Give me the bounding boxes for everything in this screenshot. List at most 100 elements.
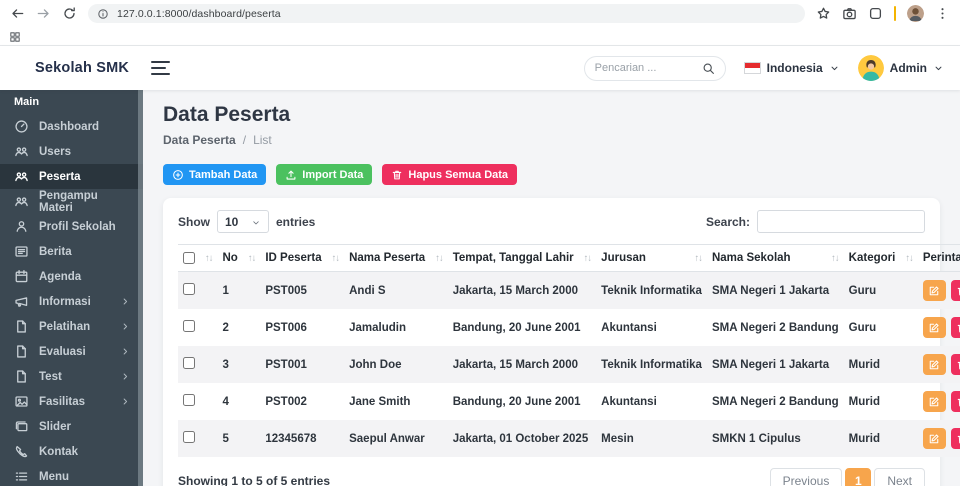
global-search-input[interactable]: Pencarian ... — [583, 55, 726, 81]
column-header-id-peserta[interactable]: ID Peserta ↑↓ — [260, 244, 345, 272]
edit-button[interactable] — [922, 317, 946, 338]
sidebar-item-users[interactable]: Users — [0, 139, 143, 164]
cell-kategori: Murid — [848, 358, 880, 371]
sidebar-item-dashboard[interactable]: Dashboard — [0, 114, 143, 139]
edit-button[interactable] — [922, 354, 946, 375]
import-data-button[interactable]: Import Data — [276, 164, 373, 185]
column-header-nama-sekolah[interactable]: Nama Sekolah ↑↓ — [706, 244, 844, 272]
brand-logo[interactable]: Sekolah SMK — [0, 60, 145, 76]
delete-button[interactable] — [950, 317, 960, 338]
gauge-icon — [14, 119, 29, 134]
delete-all-button[interactable]: Hapus Semua Data — [382, 164, 518, 185]
search-icon[interactable] — [702, 62, 715, 75]
column-label: Kategori — [848, 252, 896, 264]
breadcrumb: Data Peserta / List — [163, 133, 940, 147]
table-header-row: ↑↓ No ↑↓ ID Peserta ↑↓ Nama Peserta ↑↓ Tempat,… — [178, 244, 960, 272]
cell-jurusan: Akuntansi — [601, 395, 657, 408]
column-header-kategori[interactable]: Kategori ↑↓ — [843, 244, 918, 272]
column-label: ID Peserta — [265, 252, 322, 264]
sidebar-item-fasilitas[interactable]: Fasilitas — [0, 389, 143, 414]
reload-icon[interactable] — [62, 6, 77, 21]
sidebar-item-slider[interactable]: Slider — [0, 414, 143, 439]
row-checkbox[interactable] — [183, 431, 195, 443]
search-placeholder: Pencarian ... — [594, 62, 657, 74]
sidebar-item-agenda[interactable]: Agenda — [0, 264, 143, 289]
cell-sekolah: SMA Negeri 2 Bandung — [711, 321, 839, 334]
chevron-right-icon — [120, 346, 131, 357]
cell-no: 2 — [222, 321, 229, 334]
column-header-jurusan[interactable]: Jurusan ↑↓ — [596, 244, 707, 272]
sidebar-item-kontak[interactable]: Kontak — [0, 439, 143, 464]
delete-button[interactable] — [950, 354, 960, 375]
row-checkbox[interactable] — [183, 320, 195, 332]
bookmark-star-icon[interactable] — [816, 6, 831, 21]
delete-button[interactable] — [950, 428, 960, 449]
site-info-icon[interactable] — [97, 8, 109, 20]
page-length-select[interactable]: 10 — [217, 210, 269, 233]
back-icon[interactable] — [10, 6, 25, 21]
cell-nama: Jamaludin — [349, 321, 406, 334]
tab-icon[interactable] — [868, 6, 883, 21]
sidebar-item-label: Agenda — [39, 270, 82, 283]
cell-select — [178, 272, 218, 310]
row-checkbox[interactable] — [183, 394, 195, 406]
table-search-input[interactable] — [757, 210, 925, 233]
browser-menu-kebab-icon[interactable] — [935, 6, 950, 21]
sidebar-item-pengampu-materi[interactable]: Pengampu Materi — [0, 189, 143, 214]
select-all-checkbox[interactable] — [183, 252, 195, 264]
cell-select — [178, 346, 218, 383]
sidebar-nav: Dashboard Users Peserta Pengampu Materi Prof… — [0, 114, 143, 486]
apps-grid-icon[interactable] — [9, 30, 21, 42]
camera-icon[interactable] — [842, 6, 857, 21]
sidebar-item-test[interactable]: Test — [0, 364, 143, 389]
sidebar-toggle-icon[interactable] — [151, 61, 170, 75]
next-page-button[interactable]: Next — [874, 468, 925, 486]
current-page-button[interactable]: 1 — [845, 468, 872, 486]
column-header-tempat-tanggal-lahir[interactable]: Tempat, Tanggal Lahir ↑↓ — [447, 244, 597, 272]
browser-profile-avatar[interactable] — [907, 5, 924, 22]
row-checkbox[interactable] — [183, 357, 195, 369]
cell-actions — [918, 346, 960, 383]
row-checkbox[interactable] — [183, 283, 195, 295]
cell-sekolah: SMKN 1 Cipulus — [711, 432, 801, 445]
edit-button[interactable] — [922, 280, 946, 301]
sidebar-item-peserta[interactable]: Peserta — [0, 164, 143, 189]
sidebar-item-evaluasi[interactable]: Evaluasi — [0, 339, 143, 364]
column-header-nama-peserta[interactable]: Nama Peserta ↑↓ — [344, 244, 448, 272]
sidebar-item-menu[interactable]: Menu — [0, 464, 143, 486]
add-data-button[interactable]: Tambah Data — [163, 164, 267, 185]
delete-button[interactable] — [950, 280, 960, 301]
trash-icon — [391, 169, 403, 181]
sidebar-item-pelatihan[interactable]: Pelatihan — [0, 314, 143, 339]
table-row: 1 PST005 Andi S Jakarta, 15 March 2000 Tekni… — [178, 271, 960, 310]
url-bar[interactable]: 127.0.0.1:8000/dashboard/peserta — [88, 4, 805, 23]
sidebar-item-label: Pelatihan — [39, 320, 91, 333]
sidebar-item-label: Fasilitas — [39, 395, 86, 408]
edit-button[interactable] — [922, 391, 946, 412]
table-card: Show 10 entries Search: ↑↓ No ↑↓ ID Pese… — [163, 198, 960, 486]
column-header-no[interactable]: No ↑↓ — [217, 244, 261, 272]
chevron-right-icon — [120, 321, 131, 332]
delete-button[interactable] — [950, 391, 960, 412]
sidebar-item-profil-sekolah[interactable]: Profil Sekolah — [0, 214, 143, 239]
edit-button[interactable] — [922, 428, 946, 449]
breadcrumb-root[interactable]: Data Peserta — [163, 133, 236, 147]
column-header-select[interactable]: ↑↓ — [178, 244, 218, 272]
sort-icon: ↑↓ — [831, 252, 839, 264]
breadcrumb-separator: / — [242, 133, 247, 147]
sort-icon: ↑↓ — [583, 252, 592, 264]
sidebar-item-informasi[interactable]: Informasi — [0, 289, 143, 314]
page-title: Data Peserta — [163, 103, 291, 126]
previous-page-button[interactable]: Previous — [769, 468, 843, 486]
language-selector[interactable]: Indonesia — [743, 61, 840, 75]
sidebar-item-label: Slider — [39, 420, 71, 433]
forward-icon[interactable] — [36, 6, 51, 21]
indonesia-flag-icon — [743, 62, 761, 74]
cell-sekolah: SMA Negeri 1 Jakarta — [711, 358, 830, 371]
page-length-control: Show 10 entries — [178, 210, 315, 233]
column-header-perintah[interactable]: Perintah↑↓ — [917, 244, 960, 272]
cell-sekolah: SMA Negeri 1 Jakarta — [711, 284, 830, 297]
user-menu[interactable]: Admin — [857, 55, 944, 81]
sort-icon: ↑↓ — [694, 252, 702, 264]
sidebar-item-berita[interactable]: Berita — [0, 239, 143, 264]
